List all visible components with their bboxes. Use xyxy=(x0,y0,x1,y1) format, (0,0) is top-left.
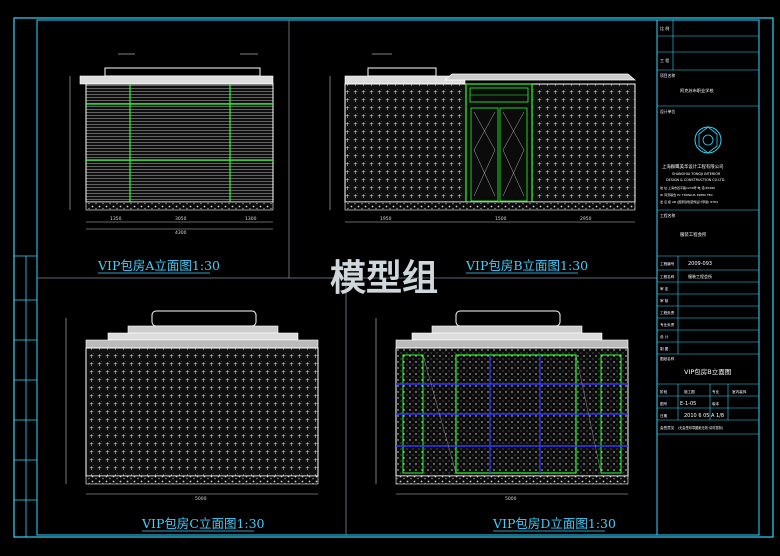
dim-b-2: 1500 xyxy=(495,216,507,222)
tb-contact2: ID 同济联合 IS: TRONGIS 39880 F80 xyxy=(660,192,713,197)
dim-a-3: 1300 xyxy=(245,216,257,222)
tb-project-name: 阿克苏市职业学校 xyxy=(680,87,714,94)
tb-design-label: 设计单位 xyxy=(660,109,675,114)
title-elevation-d: VIP包房D立面图1:30 xyxy=(492,516,616,531)
cad-drawing: + · xyxy=(13,17,774,538)
tb-contact3: 发 证 级 AB (国家建筑装饰设计甲级) 8784 xyxy=(660,199,718,204)
dim-c-total: 5000 xyxy=(195,496,207,502)
tb-name-label: 工程名称 xyxy=(660,274,675,279)
tb-role-2: 审 核 xyxy=(660,298,669,303)
tb-major-value: 室内装饰 xyxy=(732,389,747,394)
tb-client-value: 服装工程会所 xyxy=(680,231,707,238)
tb-role-3: 工程负责 xyxy=(660,310,675,315)
dim-a-1: 1350 xyxy=(110,216,122,222)
tb-company-en1: SHANGHAI TONGJI INTERIOR xyxy=(672,172,721,176)
tb-sheet-name: VIP包房B立面图 xyxy=(684,367,731,376)
tb-no-value: E-1-05 xyxy=(680,401,696,407)
tb-r1-a: 比 例 xyxy=(660,25,669,31)
tb-date-label: 日期 xyxy=(660,413,668,418)
elevation-b: 1950 1500 2950 xyxy=(329,53,637,223)
tb-contact1: 地 址:上海市四平路1239号 电 话:65980 xyxy=(660,185,715,190)
tb-company-cn: 上海群鹰美华设计工程有限公司 xyxy=(662,163,723,170)
tb-role-1: 审 定 xyxy=(660,286,669,291)
company-logo xyxy=(694,126,722,154)
title-elevation-c: VIP包房C立面图1:30 xyxy=(141,516,265,531)
tb-sheet-label: 图纸名称 xyxy=(660,356,675,361)
title-block: 比 例 工 程 项目名称 阿克苏市职业学校 设计单位 上海群鹰美华设计工程有限公… xyxy=(656,19,760,536)
dim-a-total: 4300 xyxy=(175,230,187,236)
tb-client-label: 工程名称 xyxy=(660,213,675,218)
dim-b-1: 1950 xyxy=(380,216,392,222)
tb-role-4: 专业负责 xyxy=(660,322,675,327)
title-elevation-b: VIP包房B立面图1:30 xyxy=(465,258,588,273)
tb-project-label: 项目名称 xyxy=(660,73,675,78)
cad-viewport: + · xyxy=(0,0,780,556)
tb-r1-c: 工 程 xyxy=(660,57,669,63)
revision-strip xyxy=(14,255,37,537)
tb-ver-label: 版本 xyxy=(712,401,720,406)
tb-num-value: 2009-093 xyxy=(688,261,712,267)
tb-note-label: 会签意见 xyxy=(660,425,675,430)
tb-company-en2: DESIGN & CONSTRUCTION CO.LTD. xyxy=(666,178,725,182)
dim-d-total: 5000 xyxy=(505,496,517,502)
elevation-d: 5000 xyxy=(375,310,629,502)
title-elevation-a: VIP包房A立面图1:30 xyxy=(97,258,220,273)
tb-no-label: 图号 xyxy=(660,401,668,406)
tb-num-label: 工程编号 xyxy=(660,261,675,266)
watermark-text: 模型组 xyxy=(330,258,438,299)
tb-major-label: 专业 xyxy=(712,389,720,394)
elevation-c: 5000 xyxy=(65,310,319,502)
tb-name-value: 服装工程会所 xyxy=(688,273,712,279)
dim-a-2: 3050 xyxy=(175,216,187,222)
dim-b-3: 2950 xyxy=(580,216,592,222)
tb-role-5: 设 计 xyxy=(660,334,669,339)
tb-role-6: 制 图 xyxy=(660,346,669,351)
tb-date-value: 2010 6 05 A 1/8 xyxy=(684,413,724,419)
elevation-a: 1350 3050 1300 4300 xyxy=(69,53,274,236)
tb-stage-label: 阶段 xyxy=(660,389,668,394)
tb-stage-value: 施工图 xyxy=(684,389,695,394)
tb-note-value: (无会签印章图纸无效·请勿复制) xyxy=(678,425,723,430)
